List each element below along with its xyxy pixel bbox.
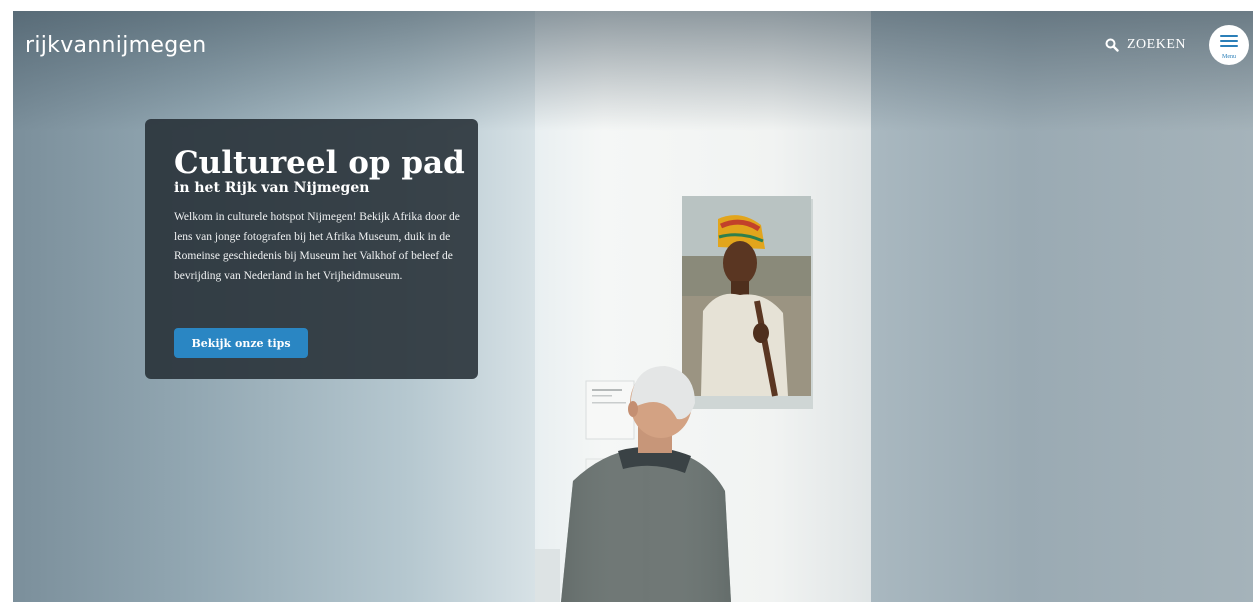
site-logo[interactable]: rijkvannijmegen bbox=[25, 33, 207, 58]
menu-label: Menu bbox=[1222, 54, 1236, 60]
view-tips-button[interactable]: Bekijk onze tips bbox=[174, 328, 308, 358]
hamburger-menu-icon bbox=[1220, 35, 1238, 50]
framed-portrait-photo bbox=[682, 196, 813, 409]
hero-background: rijkvannijmegen ZOEKEN Menu Cultureel op… bbox=[13, 11, 1253, 602]
search-icon bbox=[1105, 38, 1119, 52]
search-label: ZOEKEN bbox=[1127, 37, 1186, 52]
hero-intro-card: Cultureel op pad in het Rijk van Nijmege… bbox=[145, 119, 478, 379]
search-button[interactable]: ZOEKEN bbox=[1105, 37, 1186, 53]
page-subtitle: in het Rijk van Nijmegen bbox=[174, 180, 370, 196]
intro-text: Welkom in culturele hotspot Nijmegen! Be… bbox=[174, 211, 460, 282]
header-gradient-overlay bbox=[13, 11, 1253, 131]
page-title: Cultureel op pad bbox=[174, 145, 465, 181]
menu-button[interactable]: Menu bbox=[1209, 25, 1249, 65]
